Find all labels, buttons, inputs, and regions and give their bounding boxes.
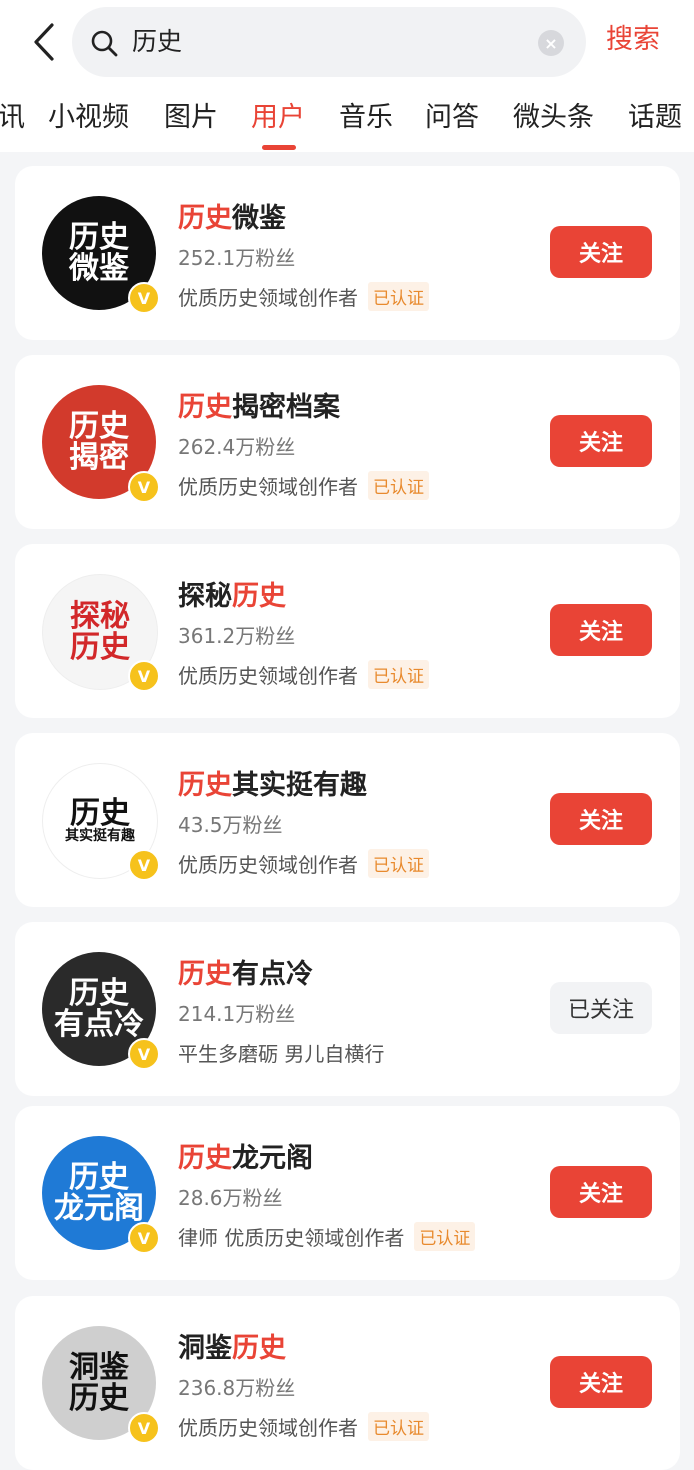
verified-badge: 已认证 (368, 660, 429, 689)
verified-v-icon: V (128, 1412, 160, 1444)
avatar-text: 洞鉴 历史 (69, 1349, 129, 1416)
verified-badge: 已认证 (368, 849, 429, 878)
follow-button[interactable]: 关注 (550, 226, 652, 278)
user-name[interactable]: 洞鉴历史 (178, 1326, 286, 1365)
verified-badge: 已认证 (368, 471, 429, 500)
fans-count: 28.6万粉丝 (178, 1186, 283, 1210)
user-name[interactable]: 历史龙元阁 (178, 1136, 313, 1175)
user-description: 平生多磨砺 男儿自横行 (178, 1042, 385, 1066)
user-description: 优质历史领域创作者 已认证 (178, 849, 429, 878)
tab-6[interactable]: 微头条 (513, 96, 594, 140)
avatar-text: 历史 龙元阁 (54, 1159, 144, 1226)
user-description: 优质历史领域创作者 已认证 (178, 471, 429, 500)
avatar-text: 历史 揭密 (69, 408, 129, 475)
verified-badge: 已认证 (368, 282, 429, 311)
avatar-text: 历史 其实挺有趣 (65, 795, 135, 845)
verified-v-icon: V (128, 660, 160, 692)
tab-7[interactable]: 话题 (628, 96, 682, 140)
user-description: 律师 优质历史领域创作者 已认证 (178, 1222, 476, 1251)
avatar-text: 历史 微鉴 (69, 219, 129, 286)
fans-count: 262.4万粉丝 (178, 435, 296, 459)
user-card[interactable]: 历史 龙元阁 V 历史龙元阁 28.6万粉丝 律师 优质历史领域创作者 已认证 关注 (15, 1106, 680, 1280)
tab-4[interactable]: 音乐 (339, 96, 393, 140)
user-description: 优质历史领域创作者 已认证 (178, 282, 429, 311)
user-name[interactable]: 历史其实挺有趣 (178, 763, 367, 802)
tab-bar: 讯小视频 图片 用户 音乐 问答 微头条 话题 (0, 96, 694, 152)
follow-button[interactable]: 关注 (550, 415, 652, 467)
back-button[interactable] (24, 20, 64, 64)
search-box[interactable]: 历史 × (72, 7, 586, 77)
verified-v-icon: V (128, 471, 160, 503)
follow-button[interactable]: 关注 (550, 793, 652, 845)
search-icon (91, 30, 118, 57)
tab-5[interactable]: 问答 (425, 96, 479, 140)
fans-count: 43.5万粉丝 (178, 813, 283, 837)
verified-v-icon: V (128, 1038, 160, 1070)
user-description: 优质历史领域创作者 已认证 (178, 660, 429, 689)
user-name[interactable]: 历史揭密档案 (178, 385, 340, 424)
fans-count: 361.2万粉丝 (178, 624, 296, 648)
follow-button[interactable]: 关注 (550, 1356, 652, 1408)
user-description: 优质历史领域创作者 已认证 (178, 1412, 429, 1441)
verified-v-icon: V (128, 849, 160, 881)
avatar-text: 历史 有点冷 (54, 975, 144, 1042)
following-button[interactable]: 已关注 (550, 982, 652, 1034)
avatar-text: 探秘 历史 (70, 598, 130, 665)
clear-icon[interactable]: × (538, 30, 564, 56)
user-card[interactable]: 历史 有点冷 V 历史有点冷 214.1万粉丝 平生多磨砺 男儿自横行 已关注 (15, 922, 680, 1096)
user-name[interactable]: 历史微鉴 (178, 196, 286, 235)
user-card[interactable]: 历史 微鉴 V 历史微鉴 252.1万粉丝 优质历史领域创作者 已认证 关注 (15, 166, 680, 340)
tab-3[interactable]: 用户 (251, 96, 305, 140)
top-bar: 历史 × 搜索 讯小视频 图片 用户 音乐 问答 微头条 话题 (0, 0, 694, 152)
chevron-left-icon (34, 23, 54, 61)
active-tab-indicator (262, 145, 296, 150)
verified-v-icon: V (128, 282, 160, 314)
user-name[interactable]: 探秘历史 (178, 574, 286, 613)
search-button[interactable]: 搜索 (606, 18, 660, 62)
fans-count: 214.1万粉丝 (178, 1002, 296, 1026)
follow-button[interactable]: 关注 (550, 604, 652, 656)
user-card[interactable]: 历史 揭密 V 历史揭密档案 262.4万粉丝优质历史领域创作者 已认证 关注 (15, 355, 680, 529)
tab-1[interactable]: 小视频 (48, 96, 129, 140)
verified-v-icon: V (128, 1222, 160, 1254)
user-card[interactable]: 历史 其实挺有趣 V 历史其实挺有趣 43.5万粉丝优质历史领域创作者 已认证 关注 (15, 733, 680, 907)
user-card[interactable]: 洞鉴 历史 V 洞鉴历史 236.8万粉丝 优质历史领域创作者 已认证 关注 (15, 1296, 680, 1470)
tab-0[interactable]: 讯 (0, 96, 25, 140)
search-input[interactable]: 历史 (132, 7, 182, 77)
user-name[interactable]: 历史有点冷 (178, 952, 313, 991)
fans-count: 236.8万粉丝 (178, 1376, 296, 1400)
fans-count: 252.1万粉丝 (178, 246, 296, 270)
verified-badge: 已认证 (368, 1412, 429, 1441)
tab-2[interactable]: 图片 (164, 96, 218, 140)
follow-button[interactable]: 关注 (550, 1166, 652, 1218)
user-card[interactable]: 探秘 历史 V 探秘历史 361.2万粉丝 优质历史领域创作者 已认证 关注 (15, 544, 680, 718)
verified-badge: 已认证 (414, 1222, 476, 1251)
